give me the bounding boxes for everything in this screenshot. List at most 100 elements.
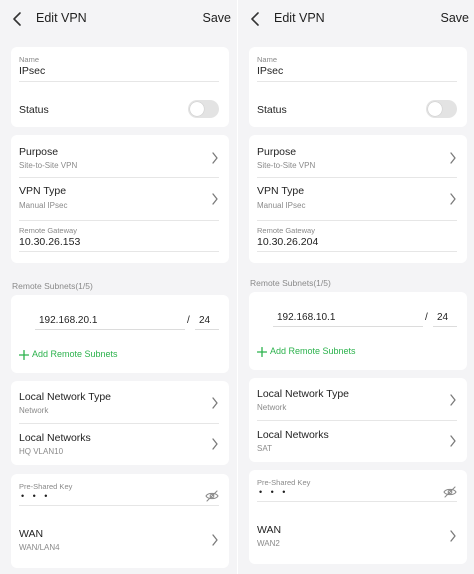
- subnet-mask-input[interactable]: 24: [199, 315, 210, 326]
- local-network-type-row[interactable]: Local Network Type Network: [249, 378, 467, 420]
- wan-label: WAN: [19, 528, 44, 540]
- local-network-type-label: Local Network Type: [257, 388, 350, 400]
- remote-subnets-card: 192.168.20.1 / 24 Add Remote Subnets: [11, 295, 229, 373]
- divider: [19, 505, 219, 506]
- status-toggle[interactable]: [426, 100, 457, 118]
- pre-shared-key-field[interactable]: • • •: [21, 491, 50, 501]
- name-field[interactable]: IPsec: [19, 65, 45, 77]
- name-label: Name: [257, 55, 278, 64]
- toggle-knob: [190, 102, 204, 116]
- remote-subnets-label: Remote Subnets(1/5): [12, 281, 93, 291]
- name-status-card: Name IPsec Status: [11, 47, 229, 127]
- local-networks-value: SAT: [257, 444, 272, 453]
- purpose-label: Purpose: [19, 146, 59, 158]
- subnet-mask-input[interactable]: 24: [437, 312, 448, 323]
- subnet-mask-underline: [195, 329, 219, 330]
- pre-shared-key-label: Pre-Shared Key: [257, 478, 311, 487]
- back-arrow-icon[interactable]: [10, 10, 26, 28]
- purpose-value: Site-to-Site VPN: [257, 161, 316, 170]
- plus-icon: [19, 350, 29, 360]
- eye-off-icon[interactable]: [205, 490, 219, 502]
- vpn-type-row[interactable]: VPN Type Manual IPsec: [11, 178, 229, 220]
- status-toggle[interactable]: [188, 100, 219, 118]
- purpose-label: Purpose: [257, 146, 297, 158]
- remote-gateway-label: Remote Gateway: [257, 226, 315, 235]
- security-wan-card: Pre-Shared Key • • • WAN WAN2: [249, 470, 467, 564]
- vpn-type-label: VPN Type: [19, 185, 67, 197]
- name-label: Name: [19, 55, 40, 64]
- edit-vpn-panel-right: Edit VPN Save Name IPsec Status Purpose …: [238, 0, 474, 574]
- toggle-knob: [428, 102, 442, 116]
- local-networks-label: Local Networks: [19, 432, 91, 444]
- page-title: Edit VPN: [36, 11, 87, 25]
- vpn-type-value: Manual IPsec: [257, 201, 306, 210]
- add-remote-subnets-label: Add Remote Subnets: [32, 349, 118, 359]
- wan-row[interactable]: WAN WAN/LAN4: [11, 514, 229, 564]
- divider: [257, 501, 457, 502]
- wan-value: WAN/LAN4: [19, 543, 60, 552]
- status-label: Status: [19, 104, 49, 116]
- status-label: Status: [257, 104, 287, 116]
- divider: [19, 220, 219, 221]
- pre-shared-key-label: Pre-Shared Key: [19, 482, 73, 491]
- local-network-type-row[interactable]: Local Network Type Network: [11, 381, 229, 423]
- page-title: Edit VPN: [274, 11, 325, 25]
- remote-subnets-card: 192.168.10.1 / 24 Add Remote Subnets: [249, 292, 467, 370]
- subnet-slash: /: [425, 312, 428, 323]
- wan-value: WAN2: [257, 539, 280, 548]
- save-button[interactable]: Save: [203, 11, 232, 25]
- subnet-ip-underline: [273, 326, 423, 327]
- local-network-card: Local Network Type Network Local Network…: [11, 381, 229, 465]
- purpose-value: Site-to-Site VPN: [19, 161, 78, 170]
- chevron-right-icon: [450, 394, 456, 406]
- local-networks-row[interactable]: Local Networks SAT: [249, 421, 467, 462]
- remote-subnets-label: Remote Subnets(1/5): [250, 278, 331, 288]
- local-networks-value: HQ VLAN10: [19, 447, 64, 456]
- vpn-type-row[interactable]: VPN Type Manual IPsec: [249, 178, 467, 220]
- security-wan-card: Pre-Shared Key • • • WAN WAN/LAN4: [11, 474, 229, 568]
- chevron-right-icon: [212, 397, 218, 409]
- add-remote-subnets-button[interactable]: Add Remote Subnets: [19, 349, 139, 362]
- local-network-type-label: Local Network Type: [19, 391, 112, 403]
- plus-icon: [257, 347, 267, 357]
- purpose-row[interactable]: Purpose Site-to-Site VPN: [249, 135, 467, 177]
- chevron-right-icon: [212, 438, 218, 450]
- divider: [257, 220, 457, 221]
- name-status-card: Name IPsec Status: [249, 47, 467, 127]
- local-networks-label: Local Networks: [257, 429, 329, 441]
- add-remote-subnets-label: Add Remote Subnets: [270, 346, 356, 356]
- local-networks-row[interactable]: Local Networks HQ VLAN10: [11, 424, 229, 465]
- local-network-type-value: Network: [257, 403, 287, 412]
- eye-off-icon[interactable]: [443, 486, 457, 498]
- vpn-config-card: Purpose Site-to-Site VPN VPN Type Manual…: [249, 135, 467, 263]
- subnet-ip-input[interactable]: 192.168.10.1: [277, 312, 335, 323]
- local-network-type-value: Network: [19, 406, 49, 415]
- chevron-right-icon: [450, 530, 456, 542]
- remote-gateway-field[interactable]: 10.30.26.153: [19, 236, 80, 248]
- add-remote-subnets-button[interactable]: Add Remote Subnets: [257, 346, 377, 359]
- edit-vpn-panel-left: Edit VPN Save Name IPsec Status Purpose …: [0, 0, 237, 574]
- wan-row[interactable]: WAN WAN2: [249, 510, 467, 560]
- chevron-right-icon: [212, 193, 218, 205]
- subnet-mask-underline: [433, 326, 457, 327]
- save-button[interactable]: Save: [441, 11, 470, 25]
- purpose-row[interactable]: Purpose Site-to-Site VPN: [11, 135, 229, 177]
- chevron-right-icon: [450, 152, 456, 164]
- subnet-ip-input[interactable]: 192.168.20.1: [39, 315, 97, 326]
- chevron-right-icon: [212, 534, 218, 546]
- chevron-right-icon: [212, 152, 218, 164]
- name-field[interactable]: IPsec: [257, 65, 283, 77]
- chevron-right-icon: [450, 193, 456, 205]
- remote-gateway-field[interactable]: 10.30.26.204: [257, 236, 318, 248]
- pre-shared-key-field[interactable]: • • •: [259, 487, 288, 497]
- subnet-slash: /: [187, 315, 190, 326]
- vpn-config-card: Purpose Site-to-Site VPN VPN Type Manual…: [11, 135, 229, 263]
- back-arrow-icon[interactable]: [248, 10, 264, 28]
- divider: [257, 251, 457, 252]
- divider: [19, 81, 219, 82]
- vpn-type-label: VPN Type: [257, 185, 305, 197]
- divider: [257, 81, 457, 82]
- vpn-type-value: Manual IPsec: [19, 201, 68, 210]
- chevron-right-icon: [450, 435, 456, 447]
- remote-gateway-label: Remote Gateway: [19, 226, 77, 235]
